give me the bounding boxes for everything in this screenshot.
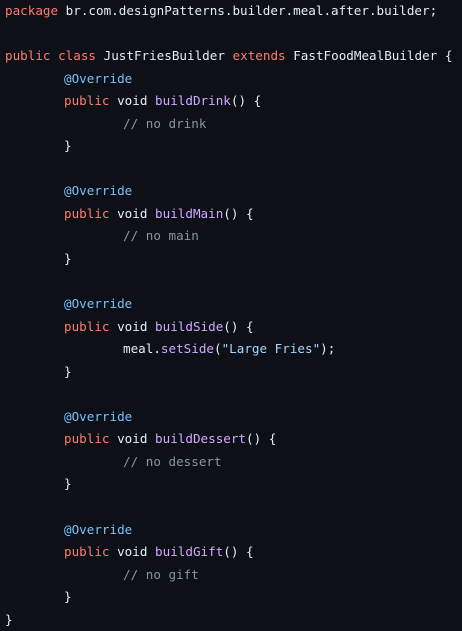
override-annotation: @Override — [64, 521, 133, 537]
method-name: buildDessert — [155, 431, 247, 447]
code-line-annotation: @Override — [5, 406, 462, 429]
code-line-annotation: @Override — [5, 68, 462, 91]
code-line-annotation: @Override — [5, 293, 462, 316]
package-keyword: package — [5, 3, 59, 18]
code-line-method-signature: public void buildGift() { — [5, 541, 462, 564]
code-line-method-close: } — [5, 473, 462, 496]
method-signature-tail: () { — [223, 544, 254, 560]
public-keyword: public — [64, 205, 110, 221]
class-open-brace: { — [444, 48, 453, 64]
close-paren: ); — [320, 341, 336, 357]
code-line-method-signature: public void buildSide() { — [5, 316, 462, 339]
override-annotation: @Override — [64, 70, 133, 86]
method-name: buildDrink — [155, 93, 231, 109]
string-literal: "Large Fries" — [221, 341, 321, 357]
extends-keyword: extends — [232, 48, 286, 64]
code-line-class-close: } — [5, 609, 462, 631]
class-name: JustFriesBuilder — [103, 48, 225, 64]
set-side-call: setSide — [160, 341, 214, 357]
code-block: package br.com.designPatterns.builder.me… — [0, 0, 462, 631]
meal-object: meal. — [123, 341, 161, 357]
package-name: br.com.designPatterns.builder.meal.after… — [58, 3, 438, 18]
method-signature-tail: () { — [230, 93, 262, 109]
method-close-brace: } — [64, 363, 72, 379]
open-paren: ( — [214, 341, 222, 357]
code-line-method-body: // no dessert — [5, 451, 462, 474]
code-comment: // no drink — [123, 115, 207, 131]
code-line-method-close: } — [5, 586, 462, 609]
code-comment: // no dessert — [123, 453, 222, 469]
code-line-method-signature: public void buildMain() { — [5, 203, 462, 226]
public-keyword: public — [64, 544, 110, 560]
code-line-package: package br.com.designPatterns.builder.me… — [5, 0, 462, 23]
method-signature-tail: () { — [223, 205, 254, 221]
public-keyword: public — [5, 48, 51, 64]
class-keyword: class — [58, 48, 97, 64]
void-keyword: void — [117, 205, 148, 221]
code-line-method-body: // no main — [5, 225, 462, 248]
class-close-brace: } — [5, 611, 13, 627]
method-signature-tail: () { — [223, 318, 254, 334]
code-line-method-close: } — [5, 135, 462, 158]
code-line-method-body: meal.setSide("Large Fries"); — [5, 338, 462, 361]
code-line-method-close: } — [5, 248, 462, 271]
method-name: buildSide — [155, 318, 224, 334]
code-line-annotation: @Override — [5, 519, 462, 542]
code-line-method-body: // no drink — [5, 113, 462, 136]
public-keyword: public — [64, 93, 110, 109]
superclass-name: FastFoodMealBuilder — [293, 48, 438, 64]
method-name: buildMain — [155, 205, 224, 221]
override-annotation: @Override — [64, 183, 133, 199]
code-line-method-body: // no gift — [5, 564, 462, 587]
code-line-class-declaration: public class JustFriesBuilder extends Fa… — [5, 45, 462, 68]
code-line-method-signature: public void buildDessert() { — [5, 428, 462, 451]
void-keyword: void — [117, 318, 148, 334]
public-keyword: public — [64, 431, 110, 447]
method-close-brace: } — [64, 589, 72, 605]
void-keyword: void — [117, 431, 148, 447]
code-viewer: package br.com.designPatterns.builder.me… — [0, 0, 462, 629]
override-annotation: @Override — [64, 408, 133, 424]
method-close-brace: } — [64, 476, 72, 492]
code-comment: // no main — [123, 228, 199, 244]
code-comment: // no gift — [123, 566, 199, 582]
override-annotation: @Override — [64, 296, 133, 312]
public-keyword: public — [64, 318, 110, 334]
code-line-annotation: @Override — [5, 180, 462, 203]
void-keyword: void — [117, 544, 148, 560]
code-line-method-close: } — [5, 361, 462, 384]
void-keyword: void — [117, 93, 148, 109]
method-close-brace: } — [64, 251, 72, 267]
method-close-brace: } — [64, 138, 72, 154]
method-name: buildGift — [155, 544, 224, 560]
method-signature-tail: () { — [246, 431, 277, 447]
code-line-method-signature: public void buildDrink() { — [5, 90, 462, 113]
